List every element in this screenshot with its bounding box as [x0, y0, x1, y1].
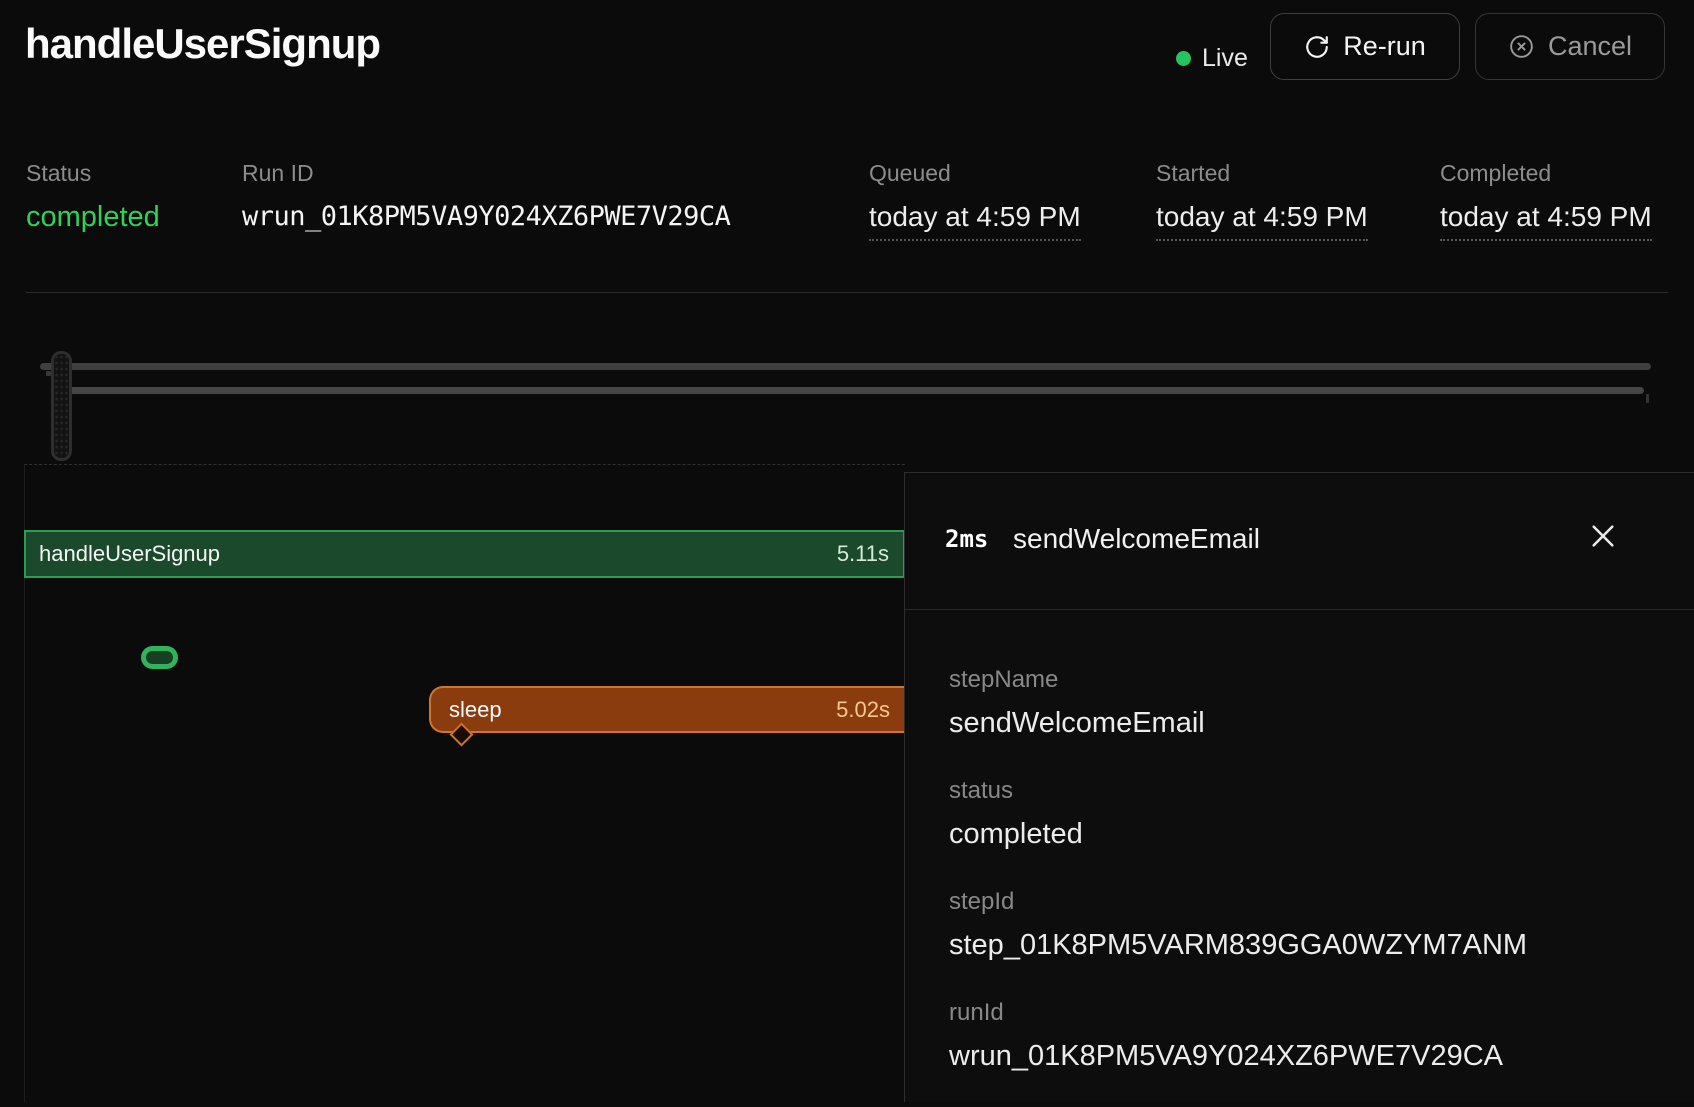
completed-time-value: today at 4:59 PM [1440, 200, 1652, 241]
close-icon [1587, 520, 1619, 555]
meta-run-id: Run ID wrun_01K8PM5VA9Y024XZ6PWE7V29CA [242, 158, 730, 234]
meta-completed: Completed today at 4:59 PM [1440, 158, 1652, 241]
panel-header: 2ms sendWelcomeEmail [905, 473, 1694, 610]
live-indicator: Live [1176, 43, 1248, 73]
field-label: status [949, 774, 1664, 808]
field-label: stepId [949, 885, 1664, 919]
meta-queued: Queued today at 4:59 PM [869, 158, 1081, 241]
refresh-icon [1304, 34, 1330, 60]
timeline-brush-handle[interactable] [51, 351, 72, 461]
meta-run-id-label: Run ID [242, 158, 730, 188]
field-runid: runId wrun_01K8PM5VA9Y024XZ6PWE7V29CA [949, 996, 1664, 1078]
panel-body: stepName sendWelcomeEmail status complet… [949, 663, 1664, 1107]
started-time-value: today at 4:59 PM [1156, 200, 1368, 241]
span-duration: 5.02s [836, 697, 890, 723]
meta-started-label: Started [1156, 158, 1368, 188]
rerun-button[interactable]: Re-run [1270, 13, 1460, 80]
step-sendwelcomeemail-pill[interactable] [141, 646, 178, 669]
field-status: status completed [949, 774, 1664, 856]
meta-started: Started today at 4:59 PM [1156, 158, 1368, 241]
minimap-sleep-span-bar [60, 387, 1644, 394]
status-badge: completed [26, 200, 160, 234]
field-stepname: stepName sendWelcomeEmail [949, 663, 1664, 745]
field-label: runId [949, 996, 1664, 1030]
section-divider [26, 292, 1668, 293]
panel-close-button[interactable] [1575, 509, 1631, 565]
page-title: handleUserSignup [25, 20, 380, 68]
cancel-button[interactable]: Cancel [1475, 13, 1665, 80]
page: { "header": { "title": "handleUserSignup… [0, 0, 1694, 1102]
field-stepid: stepId step_01K8PM5VARM839GGA0WZYM7ANM [949, 885, 1664, 967]
field-value: wrun_01K8PM5VA9Y024XZ6PWE7V29CA [949, 1034, 1664, 1078]
timeline-top-border [24, 464, 905, 465]
field-value: step_01K8PM5VARM839GGA0WZYM7ANM [949, 923, 1664, 967]
live-dot-icon [1176, 51, 1191, 66]
cancel-circle-x-icon [1508, 33, 1535, 60]
span-label: handleUserSignup [39, 541, 220, 567]
meta-status-label: Status [26, 158, 160, 188]
step-detail-panel: 2ms sendWelcomeEmail stepName sendWelcom… [904, 472, 1694, 1102]
rerun-button-label: Re-run [1343, 31, 1426, 62]
minimap-root-span-bar [40, 363, 1651, 370]
span-label: sleep [449, 697, 502, 723]
queued-time-value: today at 4:59 PM [869, 200, 1081, 241]
run-id-value: wrun_01K8PM5VA9Y024XZ6PWE7V29CA [242, 200, 730, 234]
meta-status: Status completed [26, 158, 160, 234]
panel-step-duration: 2ms [945, 525, 988, 553]
span-duration: 5.11s [837, 541, 889, 567]
minimap-right-tick [1646, 394, 1649, 403]
span-handleusersignup[interactable]: handleUserSignup 5.11s [24, 530, 905, 578]
meta-queued-label: Queued [869, 158, 1081, 188]
live-label: Live [1202, 44, 1248, 73]
cancel-button-label: Cancel [1548, 31, 1632, 62]
span-sleep[interactable]: sleep 5.02s [429, 686, 905, 733]
meta-completed-label: Completed [1440, 158, 1652, 188]
field-value: completed [949, 812, 1664, 856]
field-label: stepName [949, 663, 1664, 697]
field-value: sendWelcomeEmail [949, 701, 1664, 745]
panel-step-title: sendWelcomeEmail [1013, 523, 1260, 555]
